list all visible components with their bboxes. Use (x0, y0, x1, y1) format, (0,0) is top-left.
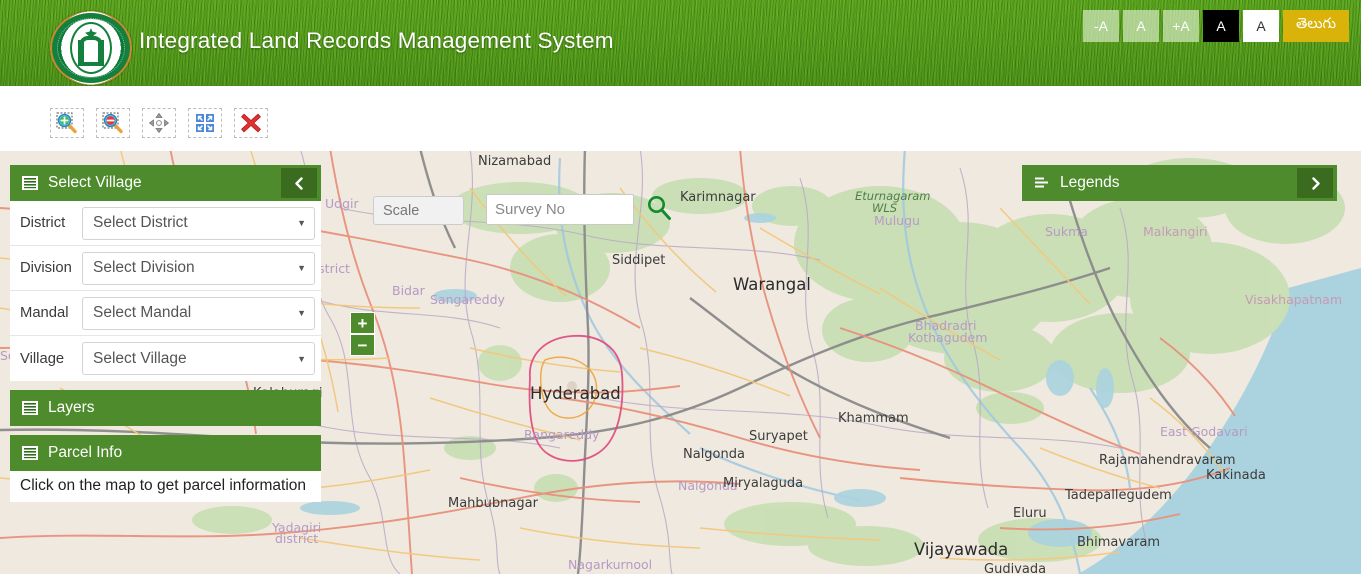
map-tool-group (50, 108, 268, 138)
accessibility-toolbar: -A A +A A A తెలుగు (1083, 10, 1349, 42)
search-icon (648, 196, 671, 220)
survey-no-input[interactable] (486, 194, 634, 225)
division-field-row: Division Select Division ▼ (10, 246, 321, 291)
map-toolbar: Scale (0, 86, 1361, 225)
full-extent-tool[interactable] (188, 108, 222, 138)
legends-panel: Legends (1022, 165, 1337, 201)
parcel-info-title: Parcel Info (48, 444, 123, 461)
ilrms-page: Integrated Land Records Management Syste… (0, 0, 1361, 574)
list-icon (22, 446, 38, 460)
village-select[interactable]: Select Village ▼ (82, 342, 315, 375)
scale-selector[interactable]: Scale (373, 196, 464, 225)
division-label: Division (20, 260, 72, 276)
chevron-down-icon: ▼ (297, 353, 306, 364)
left-control-panel: Select Village District Select District … (10, 165, 321, 502)
page-header: Integrated Land Records Management Syste… (0, 0, 1361, 86)
village-value: Select Village (93, 349, 187, 367)
select-village-panel-header[interactable]: Select Village (10, 165, 321, 201)
district-field-row: District Select District ▼ (10, 201, 321, 246)
pan-tool[interactable] (142, 108, 176, 138)
zoom-out-tool[interactable] (96, 108, 130, 138)
legends-panel-header[interactable]: Legends (1022, 165, 1337, 201)
chevron-left-icon (294, 176, 303, 190)
select-village-title: Select Village (48, 174, 142, 191)
legend-list-icon (1034, 176, 1050, 190)
chevron-down-icon: ▼ (297, 308, 306, 318)
list-icon (22, 176, 38, 190)
select-village-panel-body: District Select District ▼ Division Sele… (10, 201, 321, 381)
telangana-emblem-icon (50, 11, 132, 85)
chevron-down-icon: ▼ (297, 263, 306, 273)
decrease-font-size-button[interactable]: -A (1083, 10, 1119, 42)
village-label: Village (20, 350, 65, 367)
district-label: District (20, 215, 66, 231)
scale-label: Scale (383, 202, 420, 219)
parcel-info-panel-header[interactable]: Parcel Info (10, 435, 321, 471)
division-select[interactable]: Select Division ▼ (82, 251, 315, 285)
expand-legends-button[interactable] (1297, 168, 1333, 198)
mandal-value: Select Mandal (93, 304, 192, 321)
mandal-select[interactable]: Select Mandal ▼ (82, 296, 315, 330)
map-zoom-out-button[interactable]: − (350, 334, 375, 356)
chevron-right-icon (1311, 176, 1320, 190)
reset-font-size-button[interactable]: A (1123, 10, 1159, 42)
chevron-down-icon: ▼ (297, 218, 306, 228)
mandal-field-row: Mandal Select Mandal ▼ (10, 291, 321, 336)
legends-title: Legends (1060, 174, 1120, 191)
mandal-label: Mandal (20, 305, 69, 321)
panel-divider (10, 381, 321, 390)
high-contrast-light-button[interactable]: A (1243, 10, 1279, 42)
panel-divider (10, 426, 321, 435)
parcel-info-message: Click on the map to get parcel informati… (10, 471, 321, 502)
language-telugu-button[interactable]: తెలుగు (1283, 10, 1349, 42)
page-title: Integrated Land Records Management Syste… (139, 28, 614, 53)
layers-panel-header[interactable]: Layers (10, 390, 321, 426)
zoom-in-tool[interactable] (50, 108, 84, 138)
map-zoom-controls: + − (350, 312, 375, 356)
list-icon (22, 401, 38, 415)
increase-font-size-button[interactable]: +A (1163, 10, 1199, 42)
search-button[interactable] (644, 193, 674, 223)
district-value: Select District (93, 214, 188, 231)
district-select[interactable]: Select District ▼ (82, 206, 315, 240)
layers-title: Layers (48, 399, 95, 416)
village-field-row: Village Select Village ▼ (10, 336, 321, 381)
high-contrast-dark-button[interactable]: A (1203, 10, 1239, 42)
collapse-left-panel-button[interactable] (281, 168, 317, 198)
division-value: Select Division (93, 259, 195, 276)
map-zoom-in-button[interactable]: + (350, 312, 375, 334)
clear-tool[interactable] (234, 108, 268, 138)
